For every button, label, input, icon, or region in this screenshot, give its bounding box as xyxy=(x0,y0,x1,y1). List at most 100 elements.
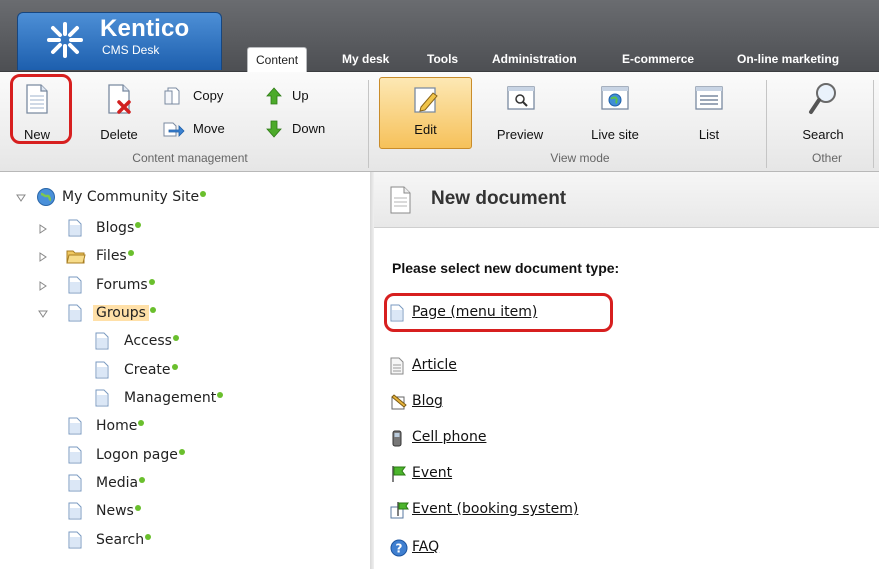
select-type-prompt: Please select new document type: xyxy=(392,260,620,276)
tree-node-label: Home xyxy=(96,418,138,434)
cell-phone-icon xyxy=(392,430,402,447)
globe-icon xyxy=(37,188,55,206)
ribbon-toolbar: New Delete Copy Move Up Down Content man… xyxy=(0,72,879,172)
tree-node-label: Files xyxy=(96,248,127,264)
tree-node-files[interactable]: Files xyxy=(38,245,238,267)
tree-node-label: Forums xyxy=(96,277,148,293)
status-dot xyxy=(135,222,142,228)
page-icon xyxy=(68,446,82,464)
tree-node-home[interactable]: Home xyxy=(68,415,268,437)
tree-node-search[interactable]: Search xyxy=(68,529,268,551)
doc-type-cell-phone[interactable]: Cell phone xyxy=(412,426,486,448)
delete-button[interactable]: Delete xyxy=(91,80,147,146)
tree-node-create[interactable]: Create xyxy=(95,359,295,381)
status-dot xyxy=(145,534,152,540)
down-arrow-icon xyxy=(266,120,282,138)
page-title: New document xyxy=(431,188,567,209)
live-site-label: Live site xyxy=(591,127,639,142)
doc-type-faq[interactable]: FAQ xyxy=(412,536,439,558)
up-button[interactable]: Up xyxy=(266,85,326,107)
delete-label: Delete xyxy=(100,127,138,142)
tree-node-label: Search xyxy=(96,532,145,548)
doc-type-page-highlight xyxy=(384,293,613,332)
tree-node-label: Create xyxy=(124,362,171,378)
page-icon xyxy=(68,304,82,322)
ribbon-divider xyxy=(368,80,369,168)
tree-node-logon-page[interactable]: Logon page xyxy=(68,444,268,466)
faq-icon: ? xyxy=(390,539,408,557)
collapse-arrow-icon[interactable] xyxy=(38,309,48,319)
list-button[interactable]: List xyxy=(681,80,737,146)
article-icon xyxy=(390,357,404,375)
tab-my-desk[interactable]: My desk xyxy=(342,47,389,72)
ribbon-divider xyxy=(873,80,874,168)
kentico-logo[interactable]: Kentico CMS Desk xyxy=(17,12,222,70)
expand-arrow-icon[interactable] xyxy=(38,252,48,262)
tree-node-root[interactable]: My Community Site xyxy=(16,186,266,208)
list-label: List xyxy=(698,127,720,142)
status-dot xyxy=(217,392,224,398)
preview-button[interactable]: Preview xyxy=(484,80,556,146)
event-flag-icon xyxy=(392,466,406,482)
status-dot xyxy=(139,477,146,483)
tree-node-news[interactable]: News xyxy=(68,500,268,522)
move-label: Move xyxy=(193,121,225,136)
status-dot xyxy=(178,449,185,455)
copy-button[interactable]: Copy xyxy=(163,85,243,107)
edit-button[interactable]: Edit xyxy=(379,77,472,149)
down-label: Down xyxy=(292,121,326,136)
tree-node-media[interactable]: Media xyxy=(68,472,268,494)
expand-arrow-icon[interactable] xyxy=(38,281,48,291)
status-dot xyxy=(171,364,178,370)
search-icon xyxy=(809,83,836,114)
edit-icon xyxy=(414,87,438,113)
page-icon xyxy=(68,502,82,520)
content-header: New document xyxy=(374,172,879,228)
page-icon xyxy=(68,474,82,492)
page-icon xyxy=(68,531,82,549)
tree-node-access[interactable]: Access xyxy=(95,330,295,352)
tree-node-label-selected: Groups xyxy=(93,305,149,321)
tab-content[interactable]: Content xyxy=(247,47,308,73)
doc-type-event[interactable]: Event xyxy=(412,462,452,484)
tree-node-label: Access xyxy=(124,333,172,349)
view-mode-group-label: View mode xyxy=(550,151,610,165)
tree-node-label: Blogs xyxy=(96,220,135,236)
content-pane: New document Please select new document … xyxy=(374,172,879,569)
collapse-arrow-icon[interactable] xyxy=(16,193,26,203)
new-document-icon xyxy=(390,186,411,214)
doc-type-blog[interactable]: Blog xyxy=(412,390,443,412)
search-button[interactable]: Search xyxy=(790,80,856,146)
move-button[interactable]: Move xyxy=(163,118,243,140)
tab-online-marketing[interactable]: On-line marketing xyxy=(737,47,839,72)
brand-name: Kentico xyxy=(100,15,190,42)
tree-node-management[interactable]: Management xyxy=(95,387,315,409)
doc-type-article[interactable]: Article xyxy=(412,354,457,376)
expand-arrow-icon[interactable] xyxy=(38,224,48,234)
tree-node-label: Management xyxy=(124,390,217,406)
page-icon xyxy=(95,332,109,350)
tree-node-label: Logon page xyxy=(96,447,178,463)
copy-icon xyxy=(164,87,180,105)
event-booking-icon xyxy=(390,502,409,519)
doc-type-event-booking[interactable]: Event (booking system) xyxy=(412,498,578,520)
list-view-icon xyxy=(695,86,723,110)
tree-node-label: My Community Site xyxy=(62,189,200,205)
svg-text:?: ? xyxy=(396,542,403,556)
tree-node-groups[interactable]: Groups xyxy=(38,302,238,324)
brand-subtitle: CMS Desk xyxy=(102,43,160,57)
tab-e-commerce[interactable]: E-commerce xyxy=(622,47,694,72)
up-arrow-icon xyxy=(266,87,282,105)
live-site-button[interactable]: Live site xyxy=(577,80,653,146)
tree-node-label: Media xyxy=(96,475,139,491)
page-icon xyxy=(95,389,109,407)
tree-node-forums[interactable]: Forums xyxy=(38,274,238,296)
page-icon xyxy=(68,276,82,294)
tree-node-blogs[interactable]: Blogs xyxy=(38,217,238,239)
tab-administration[interactable]: Administration xyxy=(492,47,577,72)
delete-document-icon xyxy=(108,84,131,114)
content-management-group-label: Content management xyxy=(132,151,248,165)
down-button[interactable]: Down xyxy=(266,118,338,140)
tree-node-label: News xyxy=(96,503,134,519)
tab-tools[interactable]: Tools xyxy=(427,47,458,72)
